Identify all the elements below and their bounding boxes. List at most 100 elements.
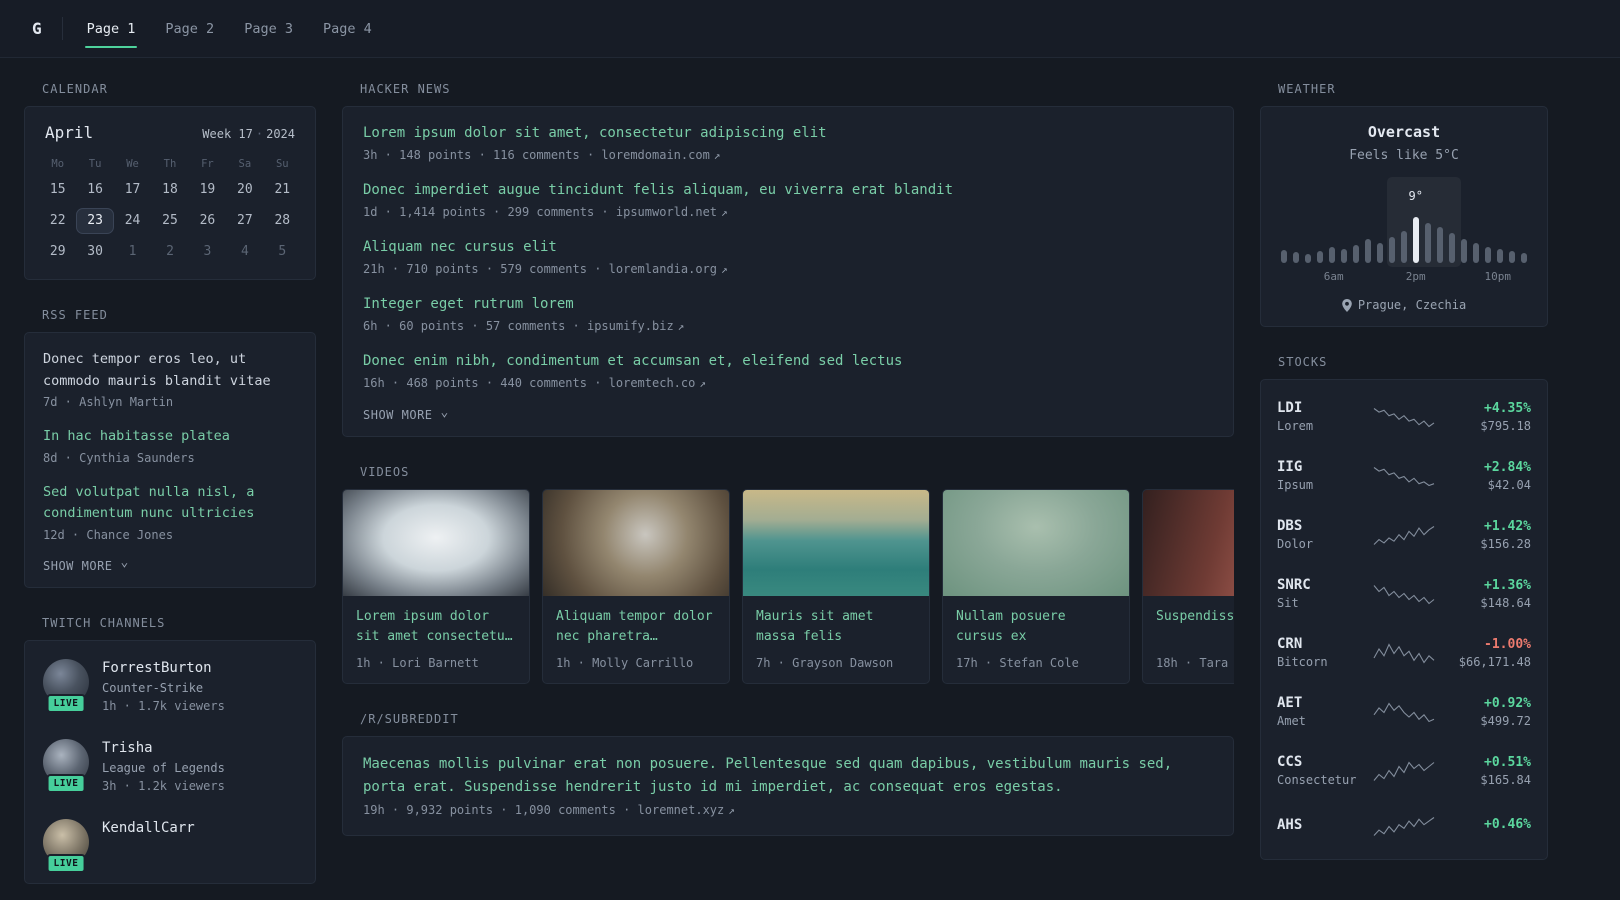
weather-bar bbox=[1425, 223, 1431, 263]
calendar-day: 26 bbox=[199, 213, 216, 228]
video-card[interactable]: Aliquam tempor dolor nec pharetra… 1h · M… bbox=[542, 489, 730, 685]
app-logo[interactable]: G bbox=[24, 15, 50, 42]
weather-bar bbox=[1437, 227, 1443, 263]
hn-item-title[interactable]: Lorem ipsum dolor sit amet, consectetur … bbox=[363, 123, 1213, 144]
calendar-day: 30 bbox=[87, 244, 103, 259]
calendar-header-row: April Week 17 · 2024 bbox=[45, 123, 295, 142]
twitch-card: LIVE ForrestBurton Counter-Strike 1h · 1.7k… bbox=[24, 639, 316, 884]
weather-widget: WEATHER Overcast Feels like 5°C 9° 6am 2p… bbox=[1260, 82, 1548, 327]
weather-hour-labels: 6am 2pm 10pm bbox=[1281, 270, 1527, 284]
hn-item-title[interactable]: Integer eget rutrum lorem bbox=[363, 294, 1213, 315]
weather-bar bbox=[1293, 252, 1299, 263]
calendar-weekday: Mo bbox=[51, 158, 65, 170]
stocks-card: LDI Lorem +4.35% $795.18 IIG Ipsum +2.84% $42.0… bbox=[1260, 379, 1548, 860]
stock-ticker: AET bbox=[1277, 695, 1303, 711]
stock-row[interactable]: DBS Dolor +1.42% $156.28 bbox=[1261, 505, 1547, 564]
hn-domain-link[interactable]: loremlandia.org bbox=[609, 262, 717, 276]
calendar-day: 22 bbox=[49, 213, 66, 228]
video-title: Lorem ipsum dolor sit amet consectetu… bbox=[356, 609, 513, 645]
calendar-weekday: Sa bbox=[238, 158, 252, 170]
dashboard-layout: CALENDAR April Week 17 · 2024 Mo Tu We Th Fr Sa… bbox=[0, 58, 1620, 900]
hn-item-title[interactable]: Aliquam nec cursus elit bbox=[363, 237, 1213, 258]
calendar-weekday-row: Mo Tu We Th Fr Sa Su bbox=[39, 154, 301, 177]
video-card[interactable]: Mauris sit amet massa felis 7h · Grayson … bbox=[742, 489, 930, 685]
video-thumbnail bbox=[1143, 490, 1234, 596]
hn-domain-link[interactable]: ipsumify.biz bbox=[587, 319, 674, 333]
stock-sparkline bbox=[1373, 584, 1435, 604]
rss-card: Donec tempor eros leo, ut commodo mauris… bbox=[24, 332, 316, 588]
hn-item-title[interactable]: Donec enim nibh, condimentum et accumsan… bbox=[363, 351, 1213, 372]
chevron-down-icon: ⌄ bbox=[120, 555, 129, 571]
hn-domain-link[interactable]: ipsumworld.net bbox=[616, 205, 717, 219]
weather-bar bbox=[1509, 251, 1515, 263]
stock-ticker: AHS bbox=[1277, 816, 1303, 833]
stock-ticker: LDI bbox=[1277, 400, 1303, 416]
weather-temperature-chart: 9° bbox=[1281, 177, 1527, 267]
weather-bar bbox=[1353, 245, 1359, 263]
weather-bar bbox=[1341, 249, 1347, 263]
hn-domain-link[interactable]: loremdomain.com bbox=[601, 148, 709, 162]
stock-change: -1.00% bbox=[1484, 636, 1531, 652]
calendar-widget: CALENDAR April Week 17 · 2024 Mo Tu We Th Fr Sa… bbox=[24, 82, 316, 280]
stock-row[interactable]: CCS Consectetur +0.51% $165.84 bbox=[1261, 741, 1547, 800]
live-badge: LIVE bbox=[46, 853, 86, 873]
video-card-body: Mauris sit amet massa felis 7h · Grayson … bbox=[743, 596, 929, 683]
stock-row[interactable]: CRN Bitcorn -1.00% $66,171.48 bbox=[1261, 623, 1547, 682]
stock-name: Lorem bbox=[1277, 419, 1314, 433]
twitch-channel[interactable]: LIVE ForrestBurton Counter-Strike 1h · 1.7k… bbox=[43, 658, 297, 713]
show-more-button[interactable]: SHOW MORE ⌄ bbox=[363, 406, 1213, 423]
stock-price: $165.84 bbox=[1480, 772, 1531, 787]
rss-item-title[interactable]: In hac habitasse platea bbox=[43, 426, 297, 448]
stock-values: +0.92% $499.72 bbox=[1436, 696, 1531, 728]
external-link-icon: ↗ bbox=[721, 263, 728, 276]
stocks-widget: STOCKS LDI Lorem +4.35% $795.18 IIG Ipsum +2.8… bbox=[1260, 355, 1548, 860]
tab-page-1[interactable]: Page 1 bbox=[84, 0, 138, 57]
video-card[interactable]: Suspendisse diam 18h · Tara bbox=[1142, 489, 1234, 685]
hn-domain-link[interactable]: loremtech.co bbox=[609, 376, 696, 390]
subreddit-domain-link[interactable]: loremnet.xyz bbox=[638, 803, 725, 817]
subreddit-post-meta: 19h · 9,932 points · 1,090 comments · lo… bbox=[363, 803, 1213, 817]
twitch-widget: TWITCH CHANNELS LIVE ForrestBurton Counter… bbox=[24, 616, 316, 884]
weather-card: Overcast Feels like 5°C 9° 6am 2pm 10pm Pr… bbox=[1260, 106, 1548, 327]
video-thumbnail bbox=[743, 490, 929, 596]
calendar-weekday: Fr bbox=[201, 158, 214, 170]
calendar-day: 5 bbox=[278, 244, 287, 259]
right-column: WEATHER Overcast Feels like 5°C 9° 6am 2p… bbox=[1260, 82, 1548, 888]
stock-values: -1.00% $66,171.48 bbox=[1436, 637, 1531, 669]
live-badge: LIVE bbox=[46, 693, 86, 713]
video-card-body: Suspendisse diam 18h · Tara bbox=[1143, 596, 1234, 683]
stock-price: $156.28 bbox=[1480, 536, 1531, 551]
video-card[interactable]: Nullam posuere cursus ex 17h · Stefan Col… bbox=[942, 489, 1130, 685]
stock-info: LDI Lorem bbox=[1277, 400, 1372, 433]
twitch-channel[interactable]: LIVE KendallCarr bbox=[43, 818, 297, 873]
stock-name: Sit bbox=[1277, 596, 1299, 610]
tab-page-2[interactable]: Page 2 bbox=[163, 0, 216, 57]
rss-item-title[interactable]: Sed volutpat nulla nisl, a condimentum n… bbox=[43, 482, 297, 525]
stock-row[interactable]: IIG Ipsum +2.84% $42.04 bbox=[1261, 446, 1547, 505]
stock-ticker: CRN bbox=[1277, 636, 1303, 652]
stock-change: +4.35% bbox=[1484, 400, 1531, 416]
show-more-button[interactable]: SHOW MORE ⌄ bbox=[43, 555, 297, 573]
video-card[interactable]: Lorem ipsum dolor sit amet consectetu… 1h… bbox=[342, 489, 530, 685]
stock-info: CRN Bitcorn bbox=[1277, 636, 1372, 669]
stock-row[interactable]: SNRC Sit +1.36% $148.64 bbox=[1261, 564, 1547, 623]
tab-page-3[interactable]: Page 3 bbox=[242, 0, 295, 57]
tab-page-4[interactable]: Page 4 bbox=[321, 0, 374, 57]
subreddit-post-title[interactable]: Maecenas mollis pulvinar erat non posuer… bbox=[363, 753, 1213, 799]
middle-column: HACKER NEWS Lorem ipsum dolor sit amet, … bbox=[342, 82, 1234, 864]
hn-item: Donec enim nibh, condimentum et accumsan… bbox=[363, 351, 1213, 390]
calendar-day: 20 bbox=[237, 182, 253, 197]
stock-name: Amet bbox=[1277, 714, 1306, 728]
stock-row[interactable]: LDI Lorem +4.35% $795.18 bbox=[1261, 387, 1547, 446]
calendar-day: 18 bbox=[162, 182, 178, 197]
stock-row[interactable]: AHS +0.46% bbox=[1261, 800, 1547, 852]
twitch-channel[interactable]: LIVE Trisha League of Legends 3h · 1.2k vie… bbox=[43, 738, 297, 793]
stock-row[interactable]: AET Amet +0.92% $499.72 bbox=[1261, 682, 1547, 741]
hn-item-title[interactable]: Donec imperdiet augue tincidunt felis al… bbox=[363, 180, 1213, 201]
rss-item-title[interactable]: Donec tempor eros leo, ut commodo mauris… bbox=[43, 349, 297, 392]
left-column: CALENDAR April Week 17 · 2024 Mo Tu We Th Fr Sa… bbox=[24, 82, 316, 900]
stock-name: Consectetur bbox=[1277, 773, 1357, 787]
weather-bar bbox=[1473, 243, 1479, 263]
hn-item-meta: 3h · 148 points · 116 comments · loremdo… bbox=[363, 148, 1213, 162]
video-title: Nullam posuere cursus ex bbox=[956, 609, 1066, 645]
